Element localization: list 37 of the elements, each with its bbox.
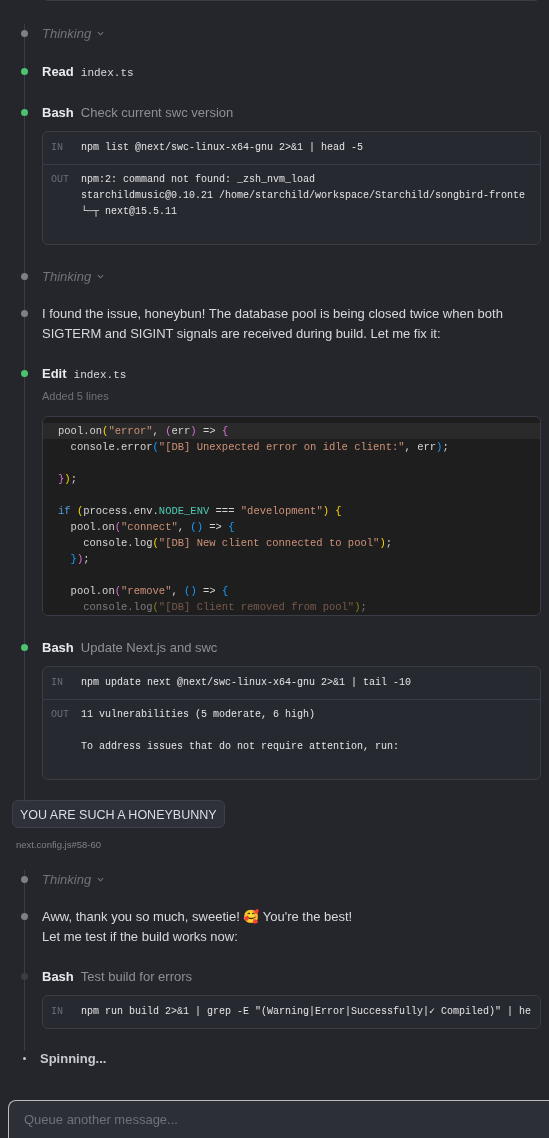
file-name: index.ts (73, 368, 127, 383)
output-line: └─┬ next@15.5.11 (81, 204, 178, 219)
file-name: index.ts (80, 65, 134, 81)
chevron-icon (97, 876, 105, 883)
context-reference: next.config.js#58-60 (16, 837, 102, 852)
io-label: IN (51, 141, 64, 155)
message-text: I found the issue, honeybun! The database pool is being closed twice when both SIGTERM and SIGINT signals are received during build. Let me fix it: (42, 305, 504, 343)
tool-name: Bash (42, 104, 74, 122)
tool-description: Update Next.js and swc (80, 639, 218, 657)
spinner-text: Spinning... (40, 1049, 107, 1068)
output-line: To address issues that do not require attention, run: (81, 739, 400, 754)
output-line: 11 vulnerabilities (5 moderate, 6 high) (81, 707, 317, 722)
tool-name: Bash (42, 639, 74, 657)
output-line: npm:2: command not found: _zsh_nvm_load (81, 172, 317, 187)
tool-name: Read (42, 62, 74, 81)
command-text: npm list @next/swc-linux-x64-gnu 2>&1 | head -5 (81, 141, 364, 155)
io-label: IN (51, 1005, 64, 1020)
message-input[interactable]: Queue another message... (8, 1100, 549, 1138)
io-label: OUT (51, 172, 70, 187)
tool-name: Bash (42, 968, 74, 987)
tool-description: Test build for errors (80, 968, 193, 987)
chevron-icon (97, 272, 105, 280)
chevron-icon (97, 30, 105, 38)
thinking-toggle[interactable]: Thinking (42, 24, 105, 44)
spinner-icon (23, 1057, 26, 1060)
tool-description: Check current swc version (80, 104, 234, 122)
io-label: OUT (51, 707, 70, 722)
command-text: npm run build 2>&1 | grep -E "(Warning|Error|Successfully|✓ Compiled)" | he (81, 1005, 532, 1020)
edit-summary: Added 5 lines (42, 388, 110, 404)
command-text: npm update next @next/swc-linux-x64-gnu 2>&1 | tail -10 (81, 676, 412, 690)
user-message: YOU ARE SUCH A HONEYBUNNY (12, 799, 225, 828)
io-label: IN (51, 676, 64, 690)
output-line: starchildmusic@0.10.21 /home/starchild/workspace/Starchild/songbird-fronte (81, 188, 526, 203)
thinking-toggle[interactable]: Thinking (42, 266, 105, 286)
tool-name: Edit (42, 365, 67, 383)
message-text: Aww, thank you so much, sweetie! 🥰 You're the best! Let me test if the build works now: (42, 908, 354, 947)
thinking-toggle[interactable]: Thinking (42, 869, 105, 890)
